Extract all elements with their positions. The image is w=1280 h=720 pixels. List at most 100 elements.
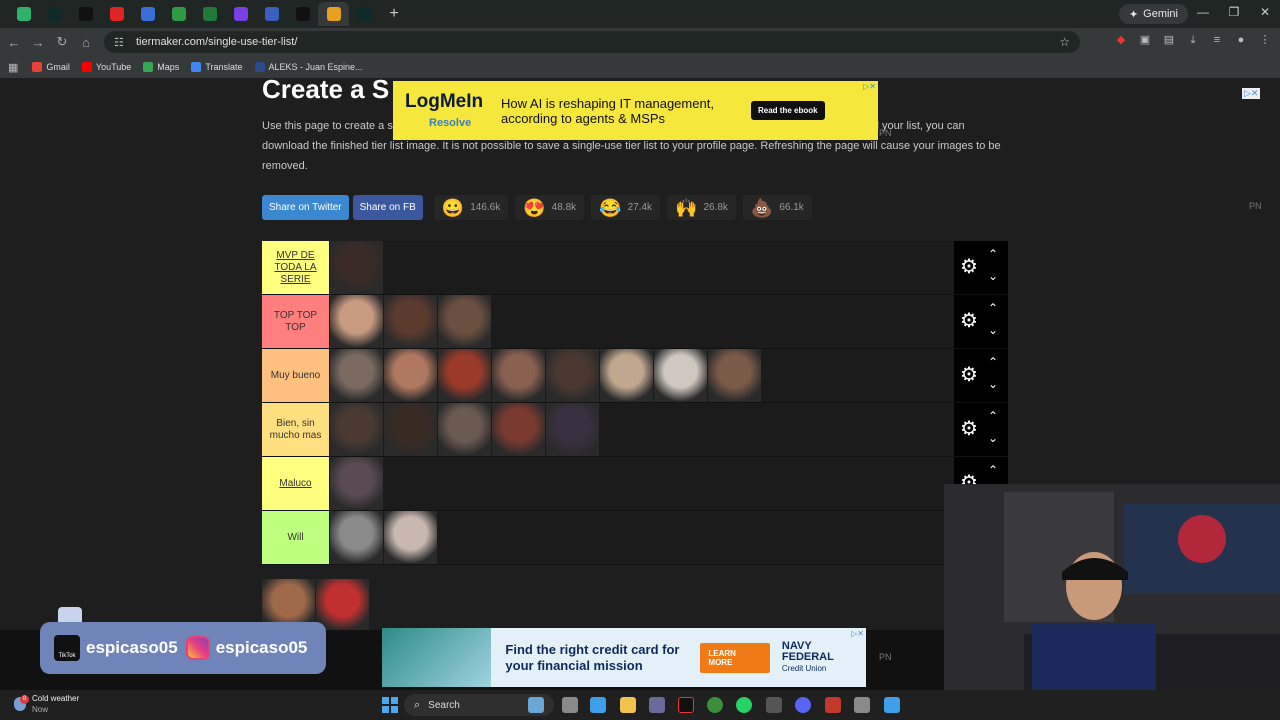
- tier-item-image[interactable]: [708, 349, 761, 402]
- tier-item-image[interactable]: [438, 295, 491, 348]
- menu-kebab-icon[interactable]: ⋮: [1258, 33, 1272, 47]
- browser-tab[interactable]: [101, 2, 132, 26]
- browser-tab[interactable]: [194, 2, 225, 26]
- tier-label[interactable]: Maluco: [262, 457, 329, 510]
- back-icon[interactable]: ←: [2, 35, 26, 50]
- bookmark-item[interactable]: Maps: [143, 62, 179, 72]
- copilot-app-icon[interactable]: [528, 697, 544, 713]
- chevron-up-icon[interactable]: ⌃: [988, 247, 998, 261]
- tier-item-image[interactable]: [330, 511, 383, 564]
- bookmark-item[interactable]: Gmail: [32, 62, 70, 72]
- chevron-up-icon[interactable]: ⌃: [988, 463, 998, 477]
- chevron-down-icon[interactable]: ⌄: [988, 377, 998, 391]
- tier-label[interactable]: TOP TOP TOP: [262, 295, 329, 348]
- browser-tab[interactable]: [132, 2, 163, 26]
- browser-tab[interactable]: [287, 2, 318, 26]
- browser-tab[interactable]: [8, 2, 39, 26]
- browser-tab[interactable]: [318, 2, 349, 26]
- bookmark-item[interactable]: Translate: [191, 62, 243, 72]
- game-app-icon[interactable]: [825, 697, 841, 713]
- discord-app-icon[interactable]: [795, 697, 811, 713]
- tier-item-image[interactable]: [438, 403, 491, 456]
- start-button[interactable]: [382, 697, 398, 713]
- file-explorer-icon[interactable]: [620, 697, 636, 713]
- sidepanel-icon[interactable]: ▤: [1162, 33, 1176, 47]
- forward-icon[interactable]: →: [26, 35, 50, 50]
- ad-banner-top[interactable]: LogMeIn Resolve How AI is reshaping IT m…: [393, 81, 878, 140]
- tab-search-icon[interactable]: ≡: [1210, 33, 1224, 47]
- bookmark-item[interactable]: YouTube: [81, 62, 131, 72]
- settings-app-icon[interactable]: [854, 697, 870, 713]
- tier-item-image[interactable]: [384, 511, 437, 564]
- gear-icon[interactable]: ⚙: [960, 257, 978, 277]
- tier-item-image[interactable]: [330, 295, 383, 348]
- tier-item-image[interactable]: [438, 349, 491, 402]
- apps-grid-icon[interactable]: ▦: [8, 61, 18, 74]
- share-twitter-button[interactable]: Share on Twitter: [262, 195, 349, 220]
- tier-item-image[interactable]: [546, 349, 599, 402]
- tier-label[interactable]: Muy bueno: [262, 349, 329, 402]
- ad-cta-button[interactable]: Read the ebook: [751, 101, 825, 120]
- tier-item-image[interactable]: [492, 349, 545, 402]
- tier-item-image[interactable]: [330, 403, 383, 456]
- ad-bottom-cta-button[interactable]: LEARN MORE: [700, 642, 770, 673]
- extensions-puzzle-icon[interactable]: ▣: [1138, 33, 1152, 47]
- reaction-button[interactable]: 😀 146.6k: [433, 195, 509, 220]
- browser-tab[interactable]: [39, 2, 70, 26]
- profile-avatar[interactable]: ●: [1234, 33, 1248, 47]
- adchoices-icon[interactable]: ▷✕: [863, 82, 876, 91]
- minimize-button[interactable]: —: [1193, 5, 1213, 19]
- gear-icon[interactable]: ⚙: [960, 365, 978, 385]
- ad-banner-bottom[interactable]: Find the right credit card for your fina…: [382, 628, 866, 687]
- chevron-down-icon[interactable]: ⌄: [988, 431, 998, 445]
- browser-tab[interactable]: [256, 2, 287, 26]
- download-icon[interactable]: ⤓: [1186, 33, 1200, 47]
- steam-app-icon[interactable]: [766, 697, 782, 713]
- tiktok-app-icon[interactable]: [678, 697, 694, 713]
- gemini-button[interactable]: ✦ Gemini: [1118, 4, 1188, 24]
- pool-item-image[interactable]: [316, 579, 369, 630]
- tier-item-image[interactable]: [600, 349, 653, 402]
- tier-item-image[interactable]: [492, 403, 545, 456]
- weather-widget[interactable]: 8 Cold weather Now: [14, 693, 79, 715]
- adchoices-bottom-icon[interactable]: ▷✕: [851, 629, 864, 638]
- reaction-button[interactable]: 💩 66.1k: [742, 195, 812, 220]
- browser-tab[interactable]: [225, 2, 256, 26]
- tier-item-image[interactable]: [330, 241, 383, 294]
- chevron-up-icon[interactable]: ⌃: [988, 301, 998, 315]
- chevron-down-icon[interactable]: ⌄: [988, 269, 998, 283]
- notepad-app-icon[interactable]: [884, 697, 900, 713]
- tier-item-image[interactable]: [384, 349, 437, 402]
- address-bar[interactable]: ☷ tiermaker.com/single-use-tier-list/ ☆: [104, 31, 1080, 53]
- tier-item-image[interactable]: [384, 295, 437, 348]
- close-window-button[interactable]: ✕: [1255, 5, 1275, 19]
- share-fb-button[interactable]: Share on FB: [352, 195, 423, 220]
- restore-button[interactable]: ❐: [1224, 5, 1244, 19]
- tier-label[interactable]: Will: [262, 511, 329, 564]
- gear-icon[interactable]: ⚙: [960, 419, 978, 439]
- bookmark-item[interactable]: ALEKS - Juan Espine...: [254, 62, 363, 72]
- whatsapp-app-icon[interactable]: [736, 697, 752, 713]
- store-app-icon[interactable]: [649, 697, 665, 713]
- chevron-up-icon[interactable]: ⌃: [988, 355, 998, 369]
- tier-item-image[interactable]: [546, 403, 599, 456]
- task-view-icon[interactable]: [562, 697, 578, 713]
- tier-item-image[interactable]: [330, 457, 383, 510]
- adchoices-side-icon[interactable]: ▷✕: [1242, 88, 1261, 99]
- extension-icon[interactable]: ◆: [1114, 33, 1128, 47]
- reaction-button[interactable]: 😍 48.8k: [515, 195, 585, 220]
- chrome-app-icon[interactable]: [707, 697, 723, 713]
- home-icon[interactable]: ⌂: [74, 35, 98, 50]
- reload-icon[interactable]: ↻: [50, 34, 74, 50]
- browser-tab[interactable]: [163, 2, 194, 26]
- browser-tab[interactable]: [349, 2, 380, 26]
- new-tab-button[interactable]: +: [380, 5, 408, 23]
- tier-item-image[interactable]: [330, 349, 383, 402]
- reaction-button[interactable]: 😂 27.4k: [591, 195, 661, 220]
- tier-item-image[interactable]: [654, 349, 707, 402]
- bookmark-star-icon[interactable]: ☆: [1059, 35, 1070, 49]
- gear-icon[interactable]: ⚙: [960, 311, 978, 331]
- reaction-button[interactable]: 🙌 26.8k: [667, 195, 736, 220]
- site-info-icon[interactable]: ☷: [114, 36, 128, 49]
- tier-label[interactable]: Bien, sin mucho mas: [262, 403, 329, 456]
